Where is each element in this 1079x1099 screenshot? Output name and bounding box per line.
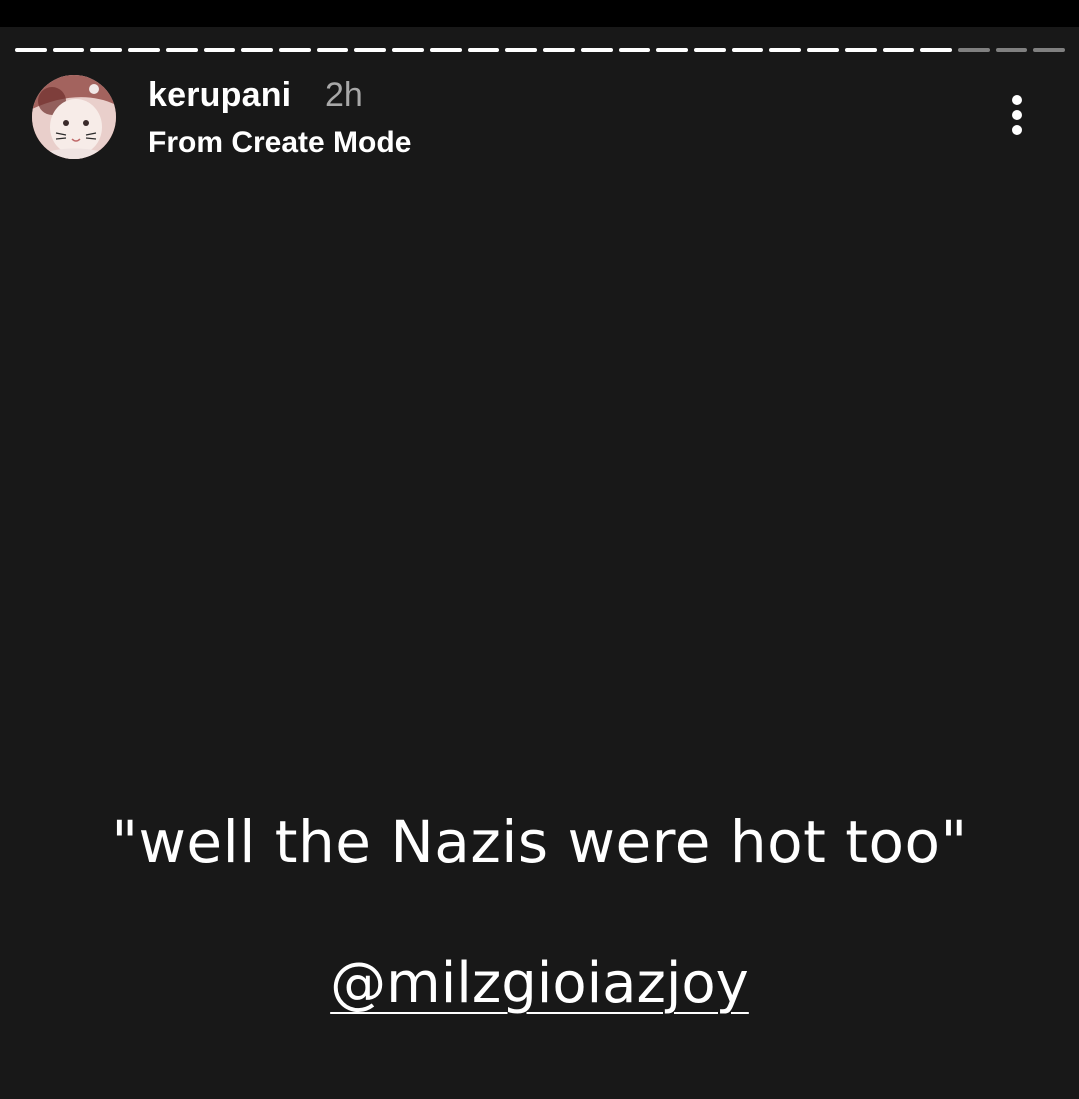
progress-segment: [128, 48, 160, 52]
progress-segment: [316, 48, 349, 52]
progress-segment: [1033, 48, 1066, 52]
more-options-button[interactable]: [995, 90, 1039, 140]
progress-segment: [354, 48, 387, 52]
progress-segment: [15, 48, 47, 52]
progress-segment: [882, 48, 915, 52]
progress-segment: [279, 48, 311, 52]
progress-segment: [731, 48, 764, 52]
story-source-label[interactable]: From Create Mode: [148, 124, 411, 162]
progress-segment: [580, 48, 613, 52]
progress-segment: [920, 48, 952, 52]
progress-segment: [656, 48, 688, 52]
story-caption: "well the Nazis were hot too": [111, 808, 968, 876]
progress-segment: [769, 48, 802, 52]
progress-segment: [165, 48, 198, 52]
progress-segment: [52, 48, 85, 52]
progress-segment: [618, 48, 651, 52]
more-vertical-icon: [1012, 95, 1022, 105]
author-avatar[interactable]: [32, 75, 116, 159]
author-username[interactable]: kerupani: [148, 74, 291, 116]
avatar-photo: [32, 75, 116, 159]
progress-segment: [241, 48, 274, 52]
story-timestamp: 2h: [325, 76, 363, 114]
progress-segment: [995, 48, 1028, 52]
progress-segment: [392, 48, 424, 52]
progress-segment: [693, 48, 726, 52]
progress-segment: [844, 48, 877, 52]
progress-segment: [957, 48, 990, 52]
progress-segment: [90, 48, 123, 52]
more-vertical-icon-dot: [1012, 125, 1022, 135]
progress-segment: [543, 48, 575, 52]
story-viewer[interactable]: kerupani 2h From Create Mode "well the N…: [0, 27, 1079, 1099]
status-bar-strip: [0, 0, 1079, 27]
progress-segment: [429, 48, 462, 52]
mention-link[interactable]: @milzgioiazjoy: [0, 949, 1079, 1019]
more-vertical-icon-dot: [1012, 110, 1022, 120]
progress-segment: [505, 48, 538, 52]
progress-segment: [467, 48, 500, 52]
progress-segment: [203, 48, 236, 52]
progress-segment: [807, 48, 839, 52]
story-progress-bar: [15, 48, 1066, 52]
